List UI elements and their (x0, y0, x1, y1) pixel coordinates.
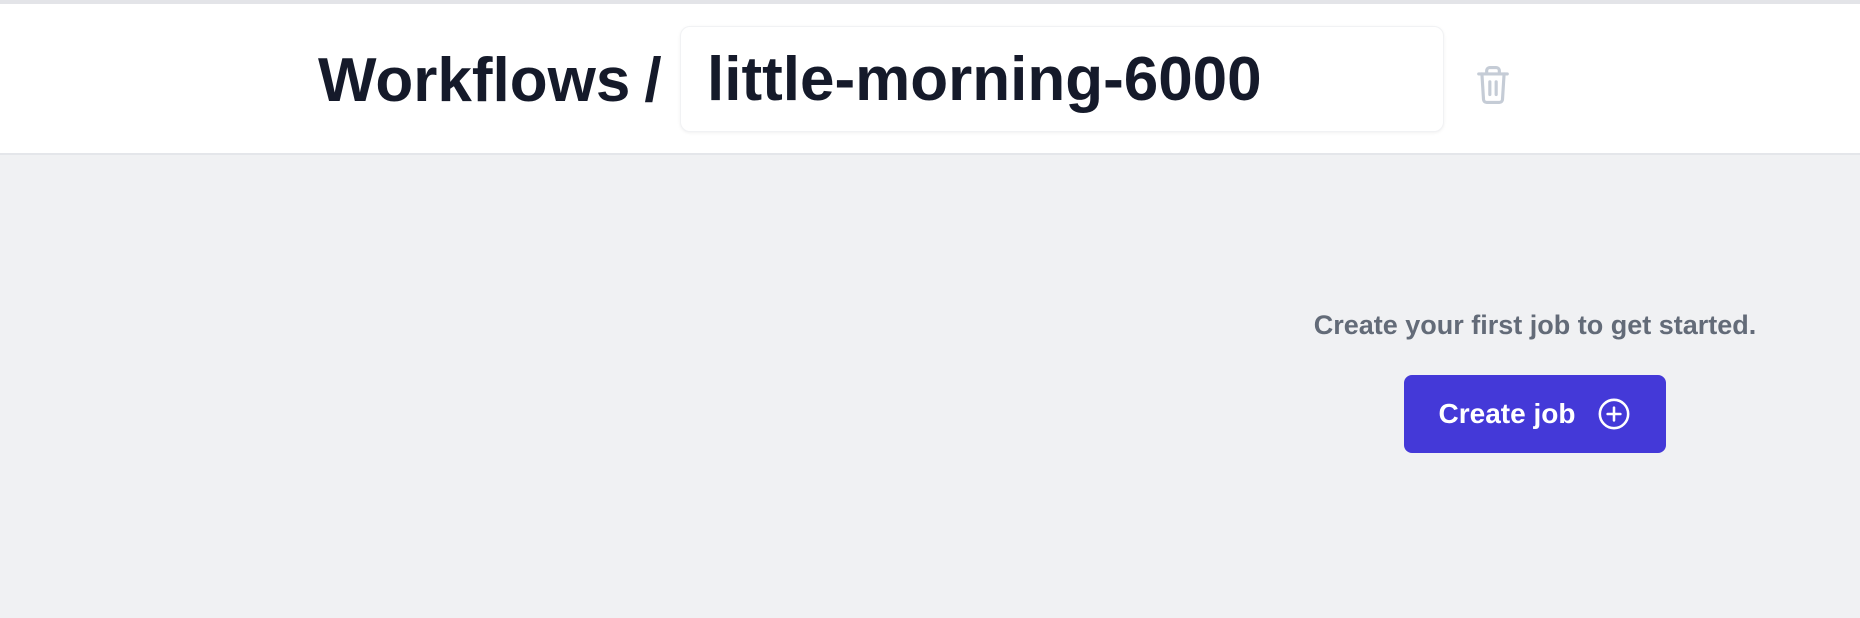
workflow-name-value: little-morning-6000 (707, 44, 1262, 114)
empty-state-message: Create your first job to get started. (1313, 310, 1757, 340)
plus-circle-icon (1597, 397, 1631, 431)
create-job-button[interactable]: Create job (1404, 375, 1666, 453)
delete-workflow-button[interactable] (1470, 60, 1516, 110)
top-bar: Workflows / little-morning-6000 (0, 0, 1860, 155)
breadcrumb-workflows-link[interactable]: Workflows (318, 45, 630, 116)
create-job-label: Create job (1438, 398, 1576, 429)
breadcrumb-separator: / (644, 45, 662, 115)
workflow-name-input[interactable]: little-morning-6000 (680, 26, 1444, 132)
breadcrumb: Workflows / (318, 42, 670, 118)
trash-icon (1477, 66, 1509, 104)
empty-state: Create your first job to get started. Cr… (1280, 310, 1790, 453)
